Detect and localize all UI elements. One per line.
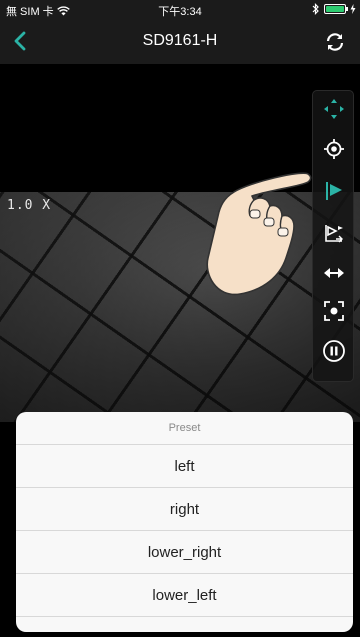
status-bar: 無 SIM 卡 下午3:34	[0, 0, 360, 20]
preset-option-right[interactable]: right	[16, 488, 353, 531]
preset-option-lower-left[interactable]: lower_left	[16, 574, 353, 617]
ptz-move-icon	[324, 99, 344, 119]
auto-pan-button[interactable]	[313, 255, 355, 291]
preset-action-sheet: Preset left right lower_right lower_left	[16, 412, 353, 632]
snapshot-button[interactable]	[313, 293, 355, 329]
preset-option-lower-right[interactable]: lower_right	[16, 531, 353, 574]
pause-button[interactable]	[313, 333, 355, 369]
pause-icon	[323, 340, 345, 362]
clock: 下午3:34	[158, 6, 202, 18]
focus-target-button[interactable]	[313, 131, 355, 167]
preset-option-left[interactable]: left	[16, 445, 353, 488]
zoom-level-label: 1.0 X	[7, 198, 52, 213]
snapshot-icon	[324, 301, 344, 321]
bluetooth-icon	[312, 3, 319, 15]
page-title: SD9161-H	[142, 32, 218, 49]
preset-sheet-title: Preset	[16, 412, 353, 445]
ptz-move-button[interactable]	[313, 91, 355, 127]
preset-flag-icon	[326, 182, 342, 200]
charging-icon	[350, 4, 356, 14]
battery-icon	[324, 4, 348, 14]
auto-pan-icon	[324, 268, 344, 278]
focus-target-icon	[324, 139, 344, 159]
camera-control-toolbar	[312, 90, 354, 382]
preset-button[interactable]	[313, 173, 355, 209]
pointing-hand-icon	[206, 172, 312, 296]
tour-button[interactable]	[313, 215, 355, 251]
tour-icon	[325, 225, 343, 243]
refresh-icon[interactable]	[322, 29, 348, 55]
nav-bar: SD9161-H	[0, 20, 360, 64]
